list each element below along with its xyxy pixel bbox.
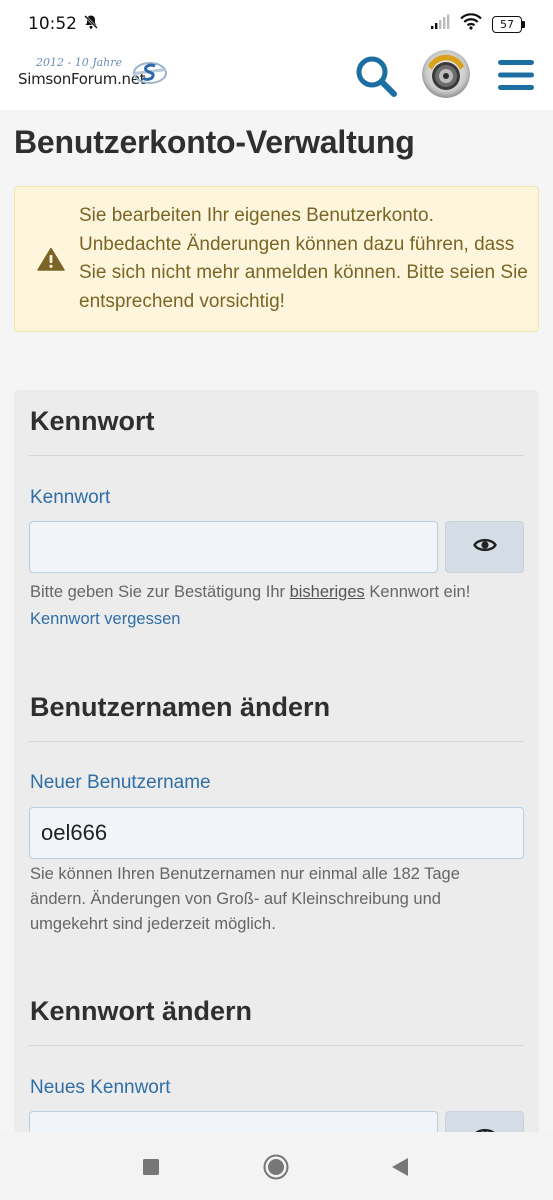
warning-icon	[37, 247, 65, 276]
back-button[interactable]	[390, 1157, 410, 1182]
warning-text: Sie bearbeiten Ihr eigenes Benutzerkonto…	[79, 205, 528, 312]
section-title-change-password: Kennwort ändern	[30, 996, 253, 1026]
battery-icon: 57	[492, 15, 525, 33]
avatar[interactable]	[422, 50, 470, 98]
search-icon[interactable]	[354, 54, 398, 98]
menu-icon[interactable]	[496, 58, 536, 92]
password-label: Kennwort	[30, 487, 111, 508]
section-title-username: Benutzernamen ändern	[30, 692, 331, 722]
signal-icon	[430, 14, 450, 35]
new-username-label: Neuer Benutzername	[30, 772, 211, 793]
logo-emblem-icon	[132, 60, 168, 91]
status-right: 57	[430, 13, 525, 35]
new-password-label: Neues Kennwort	[30, 1077, 171, 1098]
wifi-icon	[460, 13, 482, 35]
show-password-button[interactable]	[445, 521, 524, 573]
password-hint: Bitte geben Sie zur Bestätigung Ihr bish…	[30, 583, 471, 601]
logo-name: SimsonForum.net	[18, 70, 146, 88]
status-left: 10:52	[28, 14, 99, 35]
status-bar: 10:52 57	[0, 0, 553, 48]
system-nav-bar	[0, 1132, 553, 1200]
forgot-password-link[interactable]: Kennwort vergessen	[30, 610, 180, 629]
site-header: 2012 - 10 Jahre SimsonForum.net	[0, 48, 553, 110]
recents-button[interactable]	[142, 1158, 160, 1181]
warning-notice: Sie bearbeiten Ihr eigenes Benutzerkonto…	[14, 186, 539, 332]
status-time: 10:52	[28, 14, 77, 34]
bell-off-icon	[83, 14, 99, 35]
site-logo[interactable]: 2012 - 10 Jahre SimsonForum.net	[18, 56, 168, 100]
account-settings-panel: Kennwort Kennwort Bitte geben Sie zur Be…	[14, 390, 539, 1163]
divider	[29, 1045, 524, 1046]
eye-icon	[472, 536, 497, 559]
new-username-input[interactable]	[29, 807, 524, 859]
battery-level: 57	[492, 15, 522, 33]
divider	[29, 455, 524, 456]
logo-tagline: 2012 - 10 Jahre	[36, 56, 123, 69]
section-title-password: Kennwort	[30, 406, 155, 436]
current-password-input[interactable]	[29, 521, 438, 573]
username-hint: Sie können Ihren Benutzernamen nur einma…	[30, 865, 460, 933]
page-title: Benutzerkonto-Verwaltung	[14, 124, 415, 160]
home-button[interactable]	[263, 1154, 289, 1185]
divider	[29, 741, 524, 742]
